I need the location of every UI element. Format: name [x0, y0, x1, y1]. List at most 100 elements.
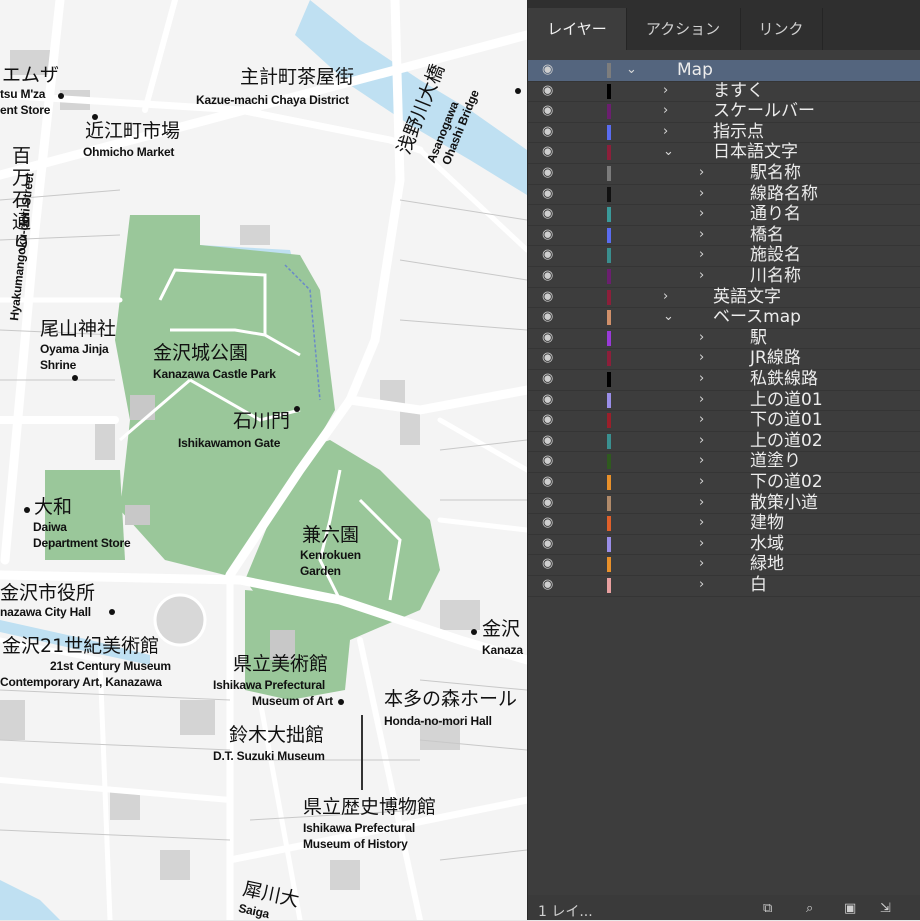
- layer-name: 散策小道: [750, 492, 818, 513]
- layer-row[interactable]: ◉ › 上の道01: [528, 390, 920, 412]
- eye-icon[interactable]: ◉: [542, 63, 560, 77]
- eye-icon[interactable]: ◉: [542, 227, 560, 242]
- layer-row[interactable]: ◉ › 英語文字: [528, 287, 920, 309]
- eye-icon[interactable]: ◉: [542, 516, 560, 530]
- search-icon[interactable]: ⌕: [806, 901, 822, 916]
- chevron-right-icon[interactable]: ›: [699, 370, 711, 388]
- chevron-right-icon[interactable]: ›: [699, 185, 711, 203]
- layer-row[interactable]: ◉ › 下の道01: [528, 410, 920, 432]
- chevron-right-icon[interactable]: ›: [699, 411, 711, 429]
- chevron-right-icon[interactable]: ›: [699, 391, 711, 409]
- eye-icon[interactable]: ◉: [542, 83, 560, 98]
- chevron-right-icon[interactable]: ›: [699, 494, 711, 512]
- layer-row[interactable]: ◉ › 施設名: [528, 245, 920, 267]
- tab-actions[interactable]: アクション: [626, 8, 741, 50]
- map-label-daiwa: 大和: [34, 496, 73, 518]
- layer-name: 通り名: [750, 204, 801, 225]
- layer-row[interactable]: ◉ › 駅名称: [528, 163, 920, 185]
- layer-row[interactable]: ◉ › JR線路: [528, 348, 920, 370]
- chevron-right-icon[interactable]: ›: [663, 102, 675, 120]
- layer-row[interactable]: ◉ › 駅: [528, 328, 920, 350]
- eye-icon[interactable]: ◉: [542, 269, 560, 283]
- layer-row[interactable]: ◉ › 建物: [528, 513, 920, 535]
- layer-row[interactable]: ◉ › 下の道02: [528, 472, 920, 494]
- eye-icon[interactable]: ◉: [542, 310, 560, 324]
- chevron-down-icon[interactable]: ⌄: [626, 61, 638, 79]
- chevron-right-icon[interactable]: ›: [663, 123, 675, 141]
- chevron-right-icon[interactable]: ›: [699, 432, 711, 450]
- eye-icon[interactable]: ◉: [542, 392, 560, 407]
- chevron-right-icon[interactable]: ›: [699, 349, 711, 367]
- chevron-right-icon[interactable]: ›: [699, 267, 711, 285]
- eye-icon[interactable]: ◉: [542, 124, 560, 139]
- eye-icon[interactable]: ◉: [542, 186, 560, 201]
- eye-icon[interactable]: ◉: [542, 495, 560, 510]
- eye-icon[interactable]: ◉: [542, 536, 560, 551]
- chevron-right-icon[interactable]: ›: [699, 226, 711, 244]
- eye-icon[interactable]: ◉: [542, 578, 560, 592]
- layer-row[interactable]: ◉ ⌄ ベースmap: [528, 307, 920, 329]
- eye-icon[interactable]: ◉: [542, 433, 560, 448]
- eye-icon[interactable]: ◉: [542, 145, 560, 159]
- chevron-right-icon[interactable]: ›: [699, 164, 711, 182]
- layer-row[interactable]: ◉ › 道塗り: [528, 451, 920, 473]
- eye-icon[interactable]: ◉: [542, 557, 560, 571]
- eye-icon[interactable]: ◉: [542, 330, 560, 345]
- layer-row[interactable]: ◉ › 白: [528, 575, 920, 597]
- layer-row[interactable]: ◉ › 散策小道: [528, 493, 920, 515]
- poi-marker: [294, 406, 300, 412]
- eye-icon[interactable]: ◉: [542, 166, 560, 180]
- layer-row[interactable]: ◉ › スケールバー: [528, 101, 920, 123]
- chevron-right-icon[interactable]: ›: [699, 205, 711, 223]
- layer-row[interactable]: ◉ › 上の道02: [528, 431, 920, 453]
- layer-color-swatch: [607, 83, 611, 99]
- layer-name: 指示点: [713, 121, 764, 142]
- delete-icon[interactable]: ⇲: [880, 901, 896, 916]
- chevron-down-icon[interactable]: ⌄: [663, 143, 675, 161]
- chevron-right-icon[interactable]: ›: [699, 452, 711, 470]
- eye-icon[interactable]: ◉: [542, 475, 560, 489]
- eye-icon[interactable]: ◉: [542, 413, 560, 427]
- chevron-right-icon[interactable]: ›: [699, 576, 711, 594]
- map-label-oyama: 尾山神社: [40, 318, 117, 340]
- new-layer-icon[interactable]: ⧉: [763, 901, 779, 916]
- layer-row[interactable]: ◉ › 水域: [528, 534, 920, 556]
- map-canvas[interactable]: エムザ tsu M'za ent Store 主計町茶屋街 Kazue-mach…: [0, 0, 527, 920]
- eye-icon[interactable]: ◉: [542, 351, 560, 365]
- chevron-right-icon[interactable]: ›: [663, 288, 675, 306]
- layer-row[interactable]: ◉ › 橋名: [528, 225, 920, 247]
- map-label-cityhall-en: nazawa City Hall: [0, 605, 91, 619]
- chevron-right-icon[interactable]: ›: [699, 473, 711, 491]
- layer-row[interactable]: ◉ › 通り名: [528, 204, 920, 226]
- chevron-down-icon[interactable]: ⌄: [663, 308, 675, 326]
- eye-icon[interactable]: ◉: [542, 289, 560, 304]
- eye-icon[interactable]: ◉: [542, 104, 560, 118]
- layer-row[interactable]: ◉ ⌄ 日本語文字: [528, 142, 920, 164]
- layer-row[interactable]: ◉ › 線路名称: [528, 184, 920, 206]
- eye-icon[interactable]: ◉: [542, 372, 560, 386]
- chevron-right-icon[interactable]: ›: [663, 82, 675, 100]
- layer-row[interactable]: ◉ › 緑地: [528, 554, 920, 576]
- chevron-right-icon[interactable]: ›: [699, 329, 711, 347]
- map-label-ohmicho-en: Ohmicho Market: [83, 145, 175, 159]
- layer-name: 白: [750, 575, 767, 595]
- tab-layers[interactable]: レイヤー: [528, 8, 627, 50]
- map-label-honda: 本多の森ホール: [384, 688, 518, 710]
- eye-icon[interactable]: ◉: [542, 248, 560, 262]
- layer-row[interactable]: ◉ ⌄ Map: [528, 60, 920, 82]
- layer-row[interactable]: ◉ › 指示点: [528, 122, 920, 144]
- map-label-ishikawamon: 石川門: [233, 410, 291, 432]
- layer-row[interactable]: ◉ › ますく: [528, 81, 920, 103]
- chevron-right-icon[interactable]: ›: [699, 555, 711, 573]
- eye-icon[interactable]: ◉: [542, 454, 560, 468]
- layer-row[interactable]: ◉ › 私鉄線路: [528, 369, 920, 391]
- layer-row[interactable]: ◉ › 川名称: [528, 266, 920, 288]
- chevron-right-icon[interactable]: ›: [699, 535, 711, 553]
- tab-links[interactable]: リンク: [740, 8, 823, 50]
- chevron-right-icon[interactable]: ›: [699, 514, 711, 532]
- map-label-ishikawamon-en: Ishikawamon Gate: [178, 436, 281, 450]
- chevron-right-icon[interactable]: ›: [699, 246, 711, 264]
- layer-name: 上の道01: [750, 389, 823, 410]
- eye-icon[interactable]: ◉: [542, 207, 560, 221]
- duplicate-icon[interactable]: ▣: [844, 901, 860, 916]
